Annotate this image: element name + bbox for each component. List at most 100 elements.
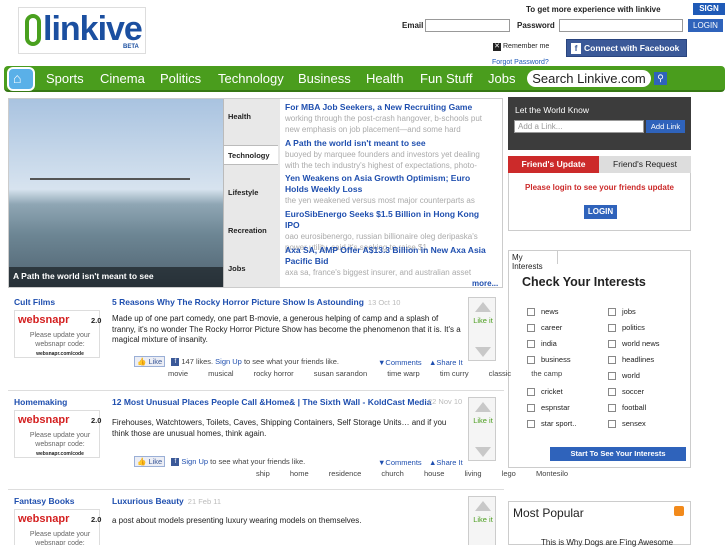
tag[interactable]: ship <box>256 469 270 478</box>
friends-login-button[interactable]: LOGIN <box>584 205 617 219</box>
featured-story[interactable]: Axa SA, AMP Offer A$13.3 Billion in New … <box>285 245 495 278</box>
post-thumbnail[interactable]: websnapr 2.0 Please update your websnapr … <box>14 410 101 458</box>
tag[interactable]: time warp <box>387 369 420 378</box>
tab-lifestyle[interactable]: Lifestyle <box>228 188 258 198</box>
tag[interactable]: church <box>381 469 404 478</box>
post-source[interactable]: Homemaking <box>14 397 67 407</box>
tag[interactable]: living <box>464 469 481 478</box>
vote-down-icon[interactable] <box>475 447 491 457</box>
interest-option[interactable]: sensex <box>608 419 646 429</box>
interest-checkbox[interactable] <box>527 340 535 349</box>
forgot-password-link[interactable]: Forgot Password? <box>492 59 549 66</box>
tag[interactable]: classic <box>489 369 512 378</box>
post-title[interactable]: 5 Reasons Why The Rocky Horror Picture S… <box>112 297 400 307</box>
interest-option[interactable]: cricket <box>527 387 563 397</box>
nav-jobs[interactable]: Jobs <box>488 71 515 86</box>
tab-friends-request[interactable]: Friend's Request <box>599 156 691 173</box>
interest-option[interactable]: business <box>527 355 571 365</box>
interest-checkbox[interactable] <box>527 420 535 429</box>
interest-option[interactable]: career <box>527 323 562 333</box>
interest-option[interactable]: soccer <box>608 387 644 397</box>
featured-story[interactable]: A Path the world isn't meant to see buoy… <box>285 138 495 171</box>
remember-me[interactable]: ✕ Remember me <box>493 43 549 51</box>
my-interests-tab[interactable]: My Interests <box>508 250 558 271</box>
tab-technology[interactable]: Technology <box>224 145 278 165</box>
tag[interactable]: the camp <box>531 369 562 378</box>
interest-checkbox[interactable] <box>608 420 616 429</box>
interest-checkbox[interactable] <box>527 404 535 413</box>
comments-link[interactable]: ▼Comments <box>378 358 422 367</box>
tag[interactable]: home <box>290 469 309 478</box>
featured-caption[interactable]: A Path the world isn't meant to see <box>9 267 223 287</box>
post-title[interactable]: 12 Most Unusual Places People Call &Home… <box>112 397 431 407</box>
email-field[interactable] <box>425 19 510 32</box>
nav-fun-stuff[interactable]: Fun Stuff <box>420 71 473 86</box>
tag[interactable]: Montesilo <box>536 469 568 478</box>
story-title[interactable]: A Path the world isn't meant to see <box>285 138 495 149</box>
vote-like-label[interactable]: Like it <box>469 316 497 325</box>
signup-link[interactable]: Sign Up <box>181 457 208 466</box>
interest-checkbox[interactable] <box>608 356 616 365</box>
vote-down-icon[interactable] <box>475 347 491 357</box>
signup-button[interactable]: SIGN UP <box>693 3 725 25</box>
interest-option[interactable]: india <box>527 339 557 349</box>
nav-health[interactable]: Health <box>366 71 404 86</box>
interest-checkbox[interactable] <box>608 340 616 349</box>
post-title[interactable]: Luxurious Beauty 21 Feb 11 <box>112 496 221 506</box>
add-link-button[interactable]: Add Link <box>646 120 685 133</box>
interest-checkbox[interactable] <box>608 308 616 317</box>
nav-sports[interactable]: Sports <box>46 71 84 86</box>
tag[interactable]: residence <box>329 469 362 478</box>
interest-option[interactable]: football <box>608 403 646 413</box>
tab-friends-update[interactable]: Friend's Update <box>508 156 599 173</box>
interest-option[interactable]: world news <box>608 339 660 349</box>
facebook-connect-button[interactable]: f Connect with Facebook <box>566 39 687 57</box>
interest-checkbox[interactable] <box>608 404 616 413</box>
interest-checkbox[interactable] <box>527 324 535 333</box>
featured-story[interactable]: Yen Weakens on Asia Growth Optimism; Eur… <box>285 173 495 206</box>
more-link[interactable]: more... <box>472 279 498 288</box>
interest-checkbox[interactable] <box>527 388 535 397</box>
nav-business[interactable]: Business <box>298 71 351 86</box>
popular-item-link[interactable]: This is Why Dogs are F'ing Awesome <box>541 538 673 547</box>
story-title[interactable]: Axa SA, AMP Offer A$13.3 Billion in New … <box>285 245 495 267</box>
tag[interactable]: lego <box>502 469 516 478</box>
interest-option[interactable]: politics <box>608 323 645 333</box>
interest-option[interactable]: headlines <box>608 355 654 365</box>
linkive-logo[interactable]: linkive BETA <box>18 7 146 54</box>
vote-like-label[interactable]: Like it <box>469 416 497 425</box>
comments-link[interactable]: ▼Comments <box>378 458 422 467</box>
interest-option[interactable]: jobs <box>608 307 636 317</box>
password-field[interactable] <box>559 19 683 32</box>
start-interests-button[interactable]: Start To See Your Interests <box>550 447 686 461</box>
search-link[interactable]: Search Linkive.com <box>527 70 651 87</box>
share-link[interactable]: ▲Share It <box>429 358 463 367</box>
vote-up-icon[interactable] <box>475 501 491 511</box>
interest-checkbox[interactable] <box>608 388 616 397</box>
share-link[interactable]: ▲Share It <box>429 458 463 467</box>
story-title[interactable]: For MBA Job Seekers, a New Recruiting Ga… <box>285 102 495 113</box>
tab-recreation[interactable]: Recreation <box>228 226 267 236</box>
add-link-input[interactable]: Add a Link... <box>514 120 644 133</box>
interest-checkbox[interactable] <box>608 372 616 381</box>
featured-story[interactable]: For MBA Job Seekers, a New Recruiting Ga… <box>285 102 495 135</box>
tag[interactable]: house <box>424 469 444 478</box>
post-thumbnail[interactable]: websnapr 2.0 Please update your websnapr … <box>14 310 101 358</box>
story-title[interactable]: Yen Weakens on Asia Growth Optimism; Eur… <box>285 173 495 195</box>
vote-up-icon[interactable] <box>475 402 491 412</box>
tag[interactable]: movie <box>168 369 188 378</box>
post-source[interactable]: Cult Films <box>14 297 55 307</box>
interest-checkbox[interactable] <box>608 324 616 333</box>
interest-option[interactable]: espnstar <box>527 403 570 413</box>
signup-link[interactable]: Sign Up <box>215 357 242 366</box>
story-title[interactable]: EuroSibEnergo Seeks $1.5 Billion in Hong… <box>285 209 495 231</box>
home-icon[interactable]: ⌂ <box>7 67 35 91</box>
interest-option[interactable]: star sport.. <box>527 419 576 429</box>
tab-health[interactable]: Health <box>228 112 251 122</box>
nav-cinema[interactable]: Cinema <box>100 71 145 86</box>
fb-like-button[interactable]: 👍 Like <box>134 456 166 467</box>
tag[interactable]: rocky horror <box>254 369 294 378</box>
fb-like-button[interactable]: 👍 Like <box>134 356 166 367</box>
interest-option[interactable]: news <box>527 307 559 317</box>
search-icon[interactable]: ⚲ <box>654 72 667 85</box>
